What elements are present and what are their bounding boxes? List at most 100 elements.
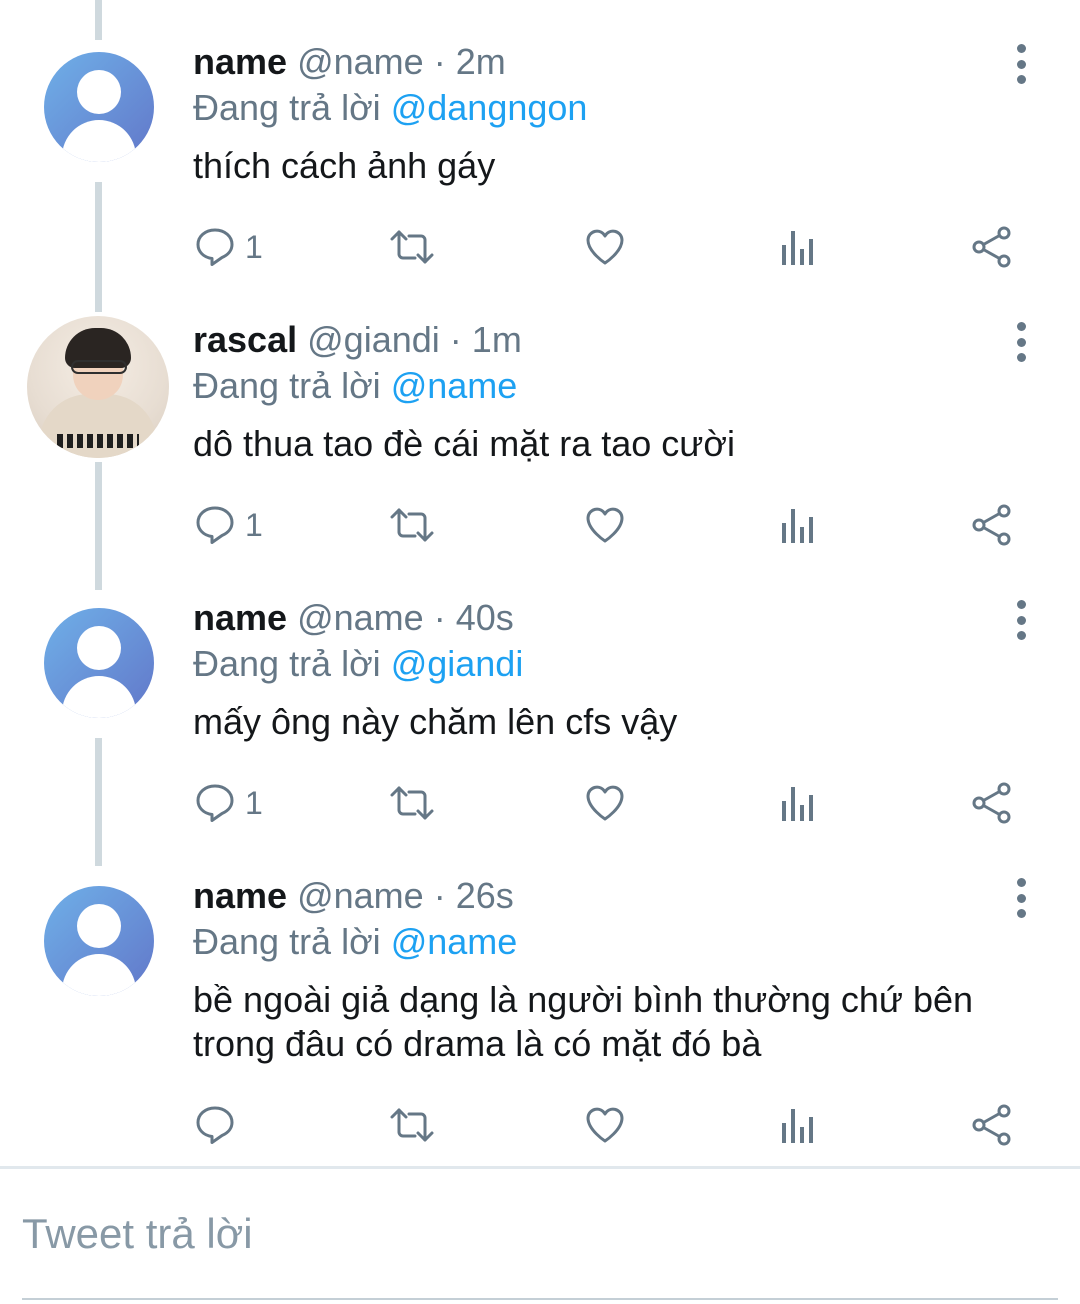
like-button[interactable] <box>583 222 627 272</box>
reply-context: Đang trả lời @dangngon <box>193 86 1000 130</box>
tweet-actions: 1 <box>0 778 1080 828</box>
retweet-icon <box>388 503 436 547</box>
tweet-actions <box>0 1100 1080 1150</box>
reply-button[interactable]: 1 <box>193 778 263 828</box>
reply-icon <box>193 1103 237 1147</box>
retweet-button[interactable] <box>388 222 436 272</box>
photo-avatar[interactable] <box>27 316 169 458</box>
separator: · <box>449 319 462 360</box>
share-icon <box>970 225 1014 269</box>
reply-icon <box>193 781 237 825</box>
reply-button[interactable] <box>193 1100 245 1150</box>
reply-button[interactable]: 1 <box>193 222 263 272</box>
more-options-icon[interactable] <box>1006 600 1036 640</box>
reply-icon <box>193 225 237 269</box>
default-avatar[interactable] <box>44 608 154 718</box>
tweet[interactable]: rascal @giandi · 1m Đang trả lời @name d… <box>0 290 1080 570</box>
avatar-body <box>62 120 136 162</box>
share-button[interactable] <box>970 500 1014 550</box>
avatar-print <box>57 434 139 448</box>
tweet[interactable]: name @name · 26s Đang trả lời @name bề n… <box>0 850 1080 1166</box>
reply-prefix: Đang trả lời <box>193 921 381 962</box>
like-button[interactable] <box>583 778 627 828</box>
tweet-header: name @name · 2m <box>193 40 1000 84</box>
avatar-head <box>77 904 121 948</box>
avatar-body <box>62 676 136 718</box>
display-name[interactable]: name <box>193 41 287 82</box>
retweet-button[interactable] <box>388 500 436 550</box>
analytics-icon <box>778 781 818 825</box>
avatar-body <box>62 954 136 996</box>
retweet-button[interactable] <box>388 1100 436 1150</box>
like-icon <box>583 225 627 269</box>
more-dot <box>1016 44 1026 53</box>
default-avatar[interactable] <box>44 52 154 162</box>
share-icon <box>970 1103 1014 1147</box>
more-options-icon[interactable] <box>1006 44 1036 84</box>
retweet-button[interactable] <box>388 778 436 828</box>
more-dot <box>1016 878 1026 887</box>
like-button[interactable] <box>583 1100 627 1150</box>
analytics-button[interactable] <box>778 500 818 550</box>
share-button[interactable] <box>970 1100 1014 1150</box>
timestamp[interactable]: 1m <box>472 319 522 360</box>
reply-prefix: Đang trả lời <box>193 643 381 684</box>
reply-mention[interactable]: @giandi <box>391 643 524 684</box>
display-name[interactable]: name <box>193 597 287 638</box>
analytics-button[interactable] <box>778 1100 818 1150</box>
share-button[interactable] <box>970 778 1014 828</box>
handle[interactable]: @name <box>297 41 424 82</box>
analytics-button[interactable] <box>778 778 818 828</box>
more-dot <box>1016 337 1026 347</box>
tweet-header: name @name · 26s <box>193 874 1000 918</box>
more-dot <box>1016 75 1026 84</box>
reply-compose-input[interactable]: Tweet trả lời <box>22 1210 253 1258</box>
analytics-button[interactable] <box>778 222 818 272</box>
separator: · <box>433 41 446 82</box>
tweet-text: dô thua tao đè cái mặt ra tao cười <box>193 423 736 464</box>
separator: · <box>433 597 446 638</box>
reply-count: 1 <box>245 784 263 821</box>
reply-mention[interactable]: @name <box>391 921 518 962</box>
timestamp[interactable]: 2m <box>456 41 506 82</box>
tweet[interactable]: name @name · 2m Đang trả lời @dangngon t… <box>0 0 1080 290</box>
tweet-content: name @name · 2m Đang trả lời @dangngon t… <box>193 40 1000 188</box>
reply-button[interactable]: 1 <box>193 500 263 550</box>
more-dot <box>1016 353 1026 362</box>
more-options-icon[interactable] <box>1006 878 1036 918</box>
reply-context: Đang trả lời @name <box>193 920 1000 964</box>
analytics-icon <box>778 225 818 269</box>
tweet-text: thích cách ảnh gáy <box>193 145 496 186</box>
timestamp[interactable]: 26s <box>456 875 514 916</box>
tweet[interactable]: name @name · 40s Đang trả lời @giandi mấ… <box>0 570 1080 850</box>
default-avatar[interactable] <box>44 886 154 996</box>
reply-mention[interactable]: @dangngon <box>391 87 588 128</box>
tweet-actions: 1 <box>0 222 1080 272</box>
separator: · <box>433 875 446 916</box>
reply-context: Đang trả lời @giandi <box>193 642 1000 686</box>
handle[interactable]: @name <box>297 875 424 916</box>
more-dot <box>1016 615 1026 625</box>
more-dot <box>1016 600 1026 609</box>
timestamp[interactable]: 40s <box>456 597 514 638</box>
more-options-icon[interactable] <box>1006 322 1036 362</box>
retweet-icon <box>388 225 436 269</box>
reply-prefix: Đang trả lời <box>193 365 381 406</box>
more-dot <box>1016 909 1026 918</box>
tweet-header: name @name · 40s <box>193 596 1000 640</box>
handle[interactable]: @giandi <box>307 319 440 360</box>
display-name[interactable]: rascal <box>193 319 297 360</box>
handle[interactable]: @name <box>297 597 424 638</box>
share-icon <box>970 503 1014 547</box>
more-dot <box>1016 322 1026 331</box>
like-button[interactable] <box>583 500 627 550</box>
reply-mention[interactable]: @name <box>391 365 518 406</box>
more-dot <box>1016 631 1026 640</box>
tweet-text: mấy ông này chăm lên cfs vậy <box>193 701 678 742</box>
retweet-icon <box>388 781 436 825</box>
analytics-icon <box>778 1103 818 1147</box>
share-button[interactable] <box>970 222 1014 272</box>
avatar-head <box>77 70 121 114</box>
display-name[interactable]: name <box>193 875 287 916</box>
compose-divider <box>0 1166 1080 1169</box>
